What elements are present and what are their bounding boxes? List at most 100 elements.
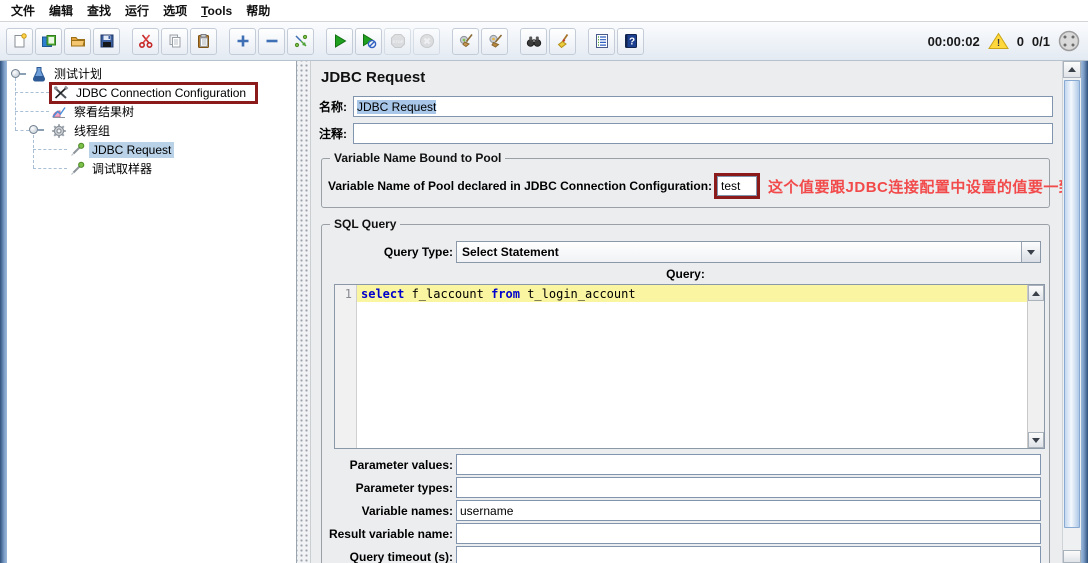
sql-text: t_login_account bbox=[519, 287, 636, 301]
test-plan-icon bbox=[32, 66, 46, 81]
shutdown-button[interactable] bbox=[413, 27, 440, 55]
menu-help[interactable]: 帮助 bbox=[239, 0, 277, 21]
templates-button[interactable] bbox=[35, 27, 62, 55]
start-button[interactable] bbox=[326, 27, 353, 55]
start-no-timers-icon bbox=[362, 33, 376, 49]
copy-button[interactable] bbox=[161, 27, 188, 55]
tree-node-debug-sampler[interactable]: 调试取样器 bbox=[7, 159, 296, 178]
elapsed-timer: 00:00:02 bbox=[927, 33, 980, 49]
scroll-up-button[interactable] bbox=[1063, 61, 1081, 78]
remove-button[interactable] bbox=[258, 27, 285, 55]
menu-tools[interactable]: Tools bbox=[194, 2, 239, 20]
save-button[interactable] bbox=[93, 27, 120, 55]
svg-text:?: ? bbox=[628, 37, 634, 48]
open-button[interactable] bbox=[64, 27, 91, 55]
stop-button[interactable]: STOP bbox=[384, 27, 411, 55]
tree-node-view-results-tree[interactable]: 察看结果树 bbox=[7, 102, 296, 121]
toolbar-group-help: ? bbox=[588, 27, 644, 55]
help-button[interactable]: ? bbox=[617, 27, 644, 55]
tree-node-test-plan[interactable]: 测试计划 bbox=[7, 64, 296, 83]
main-vertical-scrollbar[interactable] bbox=[1062, 61, 1081, 563]
toggle-arrows-icon bbox=[294, 34, 307, 48]
combo-dropdown-button[interactable] bbox=[1021, 242, 1040, 262]
pool-variable-input[interactable] bbox=[717, 176, 758, 196]
clear-button[interactable] bbox=[452, 27, 479, 55]
content-area: 测试计划 JDBC Connection Configuration 察看结果树… bbox=[0, 61, 1088, 563]
query-type-label: Query Type: bbox=[383, 245, 453, 259]
variable-names-input[interactable] bbox=[456, 500, 1041, 521]
function-helper-button[interactable] bbox=[588, 27, 615, 55]
tree-node-label: JDBC Request bbox=[89, 141, 175, 158]
query-type-select[interactable]: Select Statement bbox=[456, 241, 1041, 263]
editor-gutter: 1 bbox=[335, 285, 357, 448]
sql-query-group: SQL Query Query Type: Select Statement Q… bbox=[321, 217, 1050, 563]
sql-group-legend: SQL Query bbox=[330, 217, 401, 231]
cut-icon bbox=[138, 34, 153, 49]
name-label: 名称: bbox=[319, 100, 347, 114]
start-icon bbox=[334, 34, 346, 48]
cut-button[interactable] bbox=[132, 27, 159, 55]
new-button[interactable] bbox=[6, 27, 33, 55]
add-button[interactable] bbox=[229, 27, 256, 55]
test-plan-tree: 测试计划 JDBC Connection Configuration 察看结果树… bbox=[7, 61, 297, 563]
editor-scrollbar[interactable] bbox=[1027, 285, 1044, 448]
result-variable-name-label: Result variable name: bbox=[328, 526, 453, 541]
tree-node-jdbc-connection-configuration[interactable]: JDBC Connection Configuration bbox=[7, 81, 296, 104]
toolbar-status-cluster: 00:00:02 ! 0 0/1 bbox=[928, 30, 1080, 52]
scrollbar-thumb[interactable] bbox=[1064, 80, 1080, 528]
minus-icon bbox=[266, 39, 277, 43]
scroll-up-button[interactable] bbox=[1028, 285, 1044, 301]
arrow-down-icon bbox=[1032, 437, 1040, 443]
toolbar: STOP ? 00:00:02 ! 0 0/1 bbox=[0, 22, 1088, 61]
parameter-values-input[interactable] bbox=[456, 454, 1041, 475]
pool-group-legend: Variable Name Bound to Pool bbox=[330, 151, 506, 165]
menu-search[interactable]: 查找 bbox=[80, 0, 118, 21]
scroll-down-button[interactable] bbox=[1028, 432, 1044, 448]
menu-edit[interactable]: 编辑 bbox=[42, 0, 80, 21]
binoculars-icon bbox=[526, 36, 541, 47]
paste-icon bbox=[197, 34, 209, 48]
editor-code-area[interactable]: select f_laccount from t_login_account bbox=[357, 285, 1027, 448]
toolbar-group-search bbox=[520, 27, 576, 55]
menu-file[interactable]: 文件 bbox=[4, 0, 42, 21]
annotation-rectangle: JDBC Connection Configuration bbox=[49, 81, 259, 104]
svg-text:STOP: STOP bbox=[392, 39, 403, 44]
pool-group: Variable Name Bound to Pool Variable Nam… bbox=[321, 151, 1062, 208]
tree-node-label: 测试计划 bbox=[54, 67, 103, 81]
tree-node-thread-group[interactable]: 线程组 bbox=[7, 121, 296, 140]
plus-icon bbox=[237, 35, 248, 47]
pool-variable-label: Variable Name of Pool declared in JDBC C… bbox=[328, 179, 713, 193]
line-number: 1 bbox=[344, 287, 352, 301]
tree-node-jdbc-request[interactable]: JDBC Request bbox=[7, 140, 296, 159]
toolbar-group-run: STOP bbox=[326, 27, 440, 55]
save-icon bbox=[100, 34, 113, 48]
name-input[interactable]: JDBC Request bbox=[353, 96, 1053, 117]
menu-run[interactable]: 运行 bbox=[118, 0, 156, 21]
new-file-icon bbox=[14, 33, 27, 48]
broom-icon bbox=[557, 33, 568, 49]
arrow-up-icon bbox=[1068, 67, 1076, 72]
result-variable-name-input[interactable] bbox=[456, 523, 1041, 544]
comment-label: 注释: bbox=[319, 127, 347, 141]
tree-main-splitter[interactable] bbox=[297, 61, 311, 563]
sql-query-editor[interactable]: 1 select f_laccount from t_login_account bbox=[334, 284, 1045, 449]
clear-all-button[interactable] bbox=[481, 27, 508, 55]
comment-input[interactable] bbox=[353, 123, 1053, 144]
parameter-types-input[interactable] bbox=[456, 477, 1041, 498]
chevron-down-icon bbox=[1027, 249, 1035, 255]
search-button[interactable] bbox=[520, 27, 547, 55]
stop-icon: STOP bbox=[390, 34, 405, 48]
warning-icon[interactable]: ! bbox=[987, 32, 1009, 50]
name-input-selected-text: JDBC Request bbox=[357, 99, 437, 114]
start-no-timers-button[interactable] bbox=[355, 27, 382, 55]
jmeter-window: 文件 编辑 查找 运行 选项 Tools 帮助 STOP ? 00:00:02 … bbox=[0, 0, 1088, 563]
menu-options[interactable]: 选项 bbox=[156, 0, 194, 21]
results-tree-icon bbox=[52, 106, 66, 118]
paste-button[interactable] bbox=[190, 27, 217, 55]
sampler-icon bbox=[71, 142, 85, 156]
open-folder-icon bbox=[70, 37, 85, 47]
query-timeout-input[interactable] bbox=[456, 546, 1041, 563]
scroll-down-button[interactable] bbox=[1063, 550, 1081, 563]
toggle-button[interactable] bbox=[287, 27, 314, 55]
clear-search-button[interactable] bbox=[549, 27, 576, 55]
